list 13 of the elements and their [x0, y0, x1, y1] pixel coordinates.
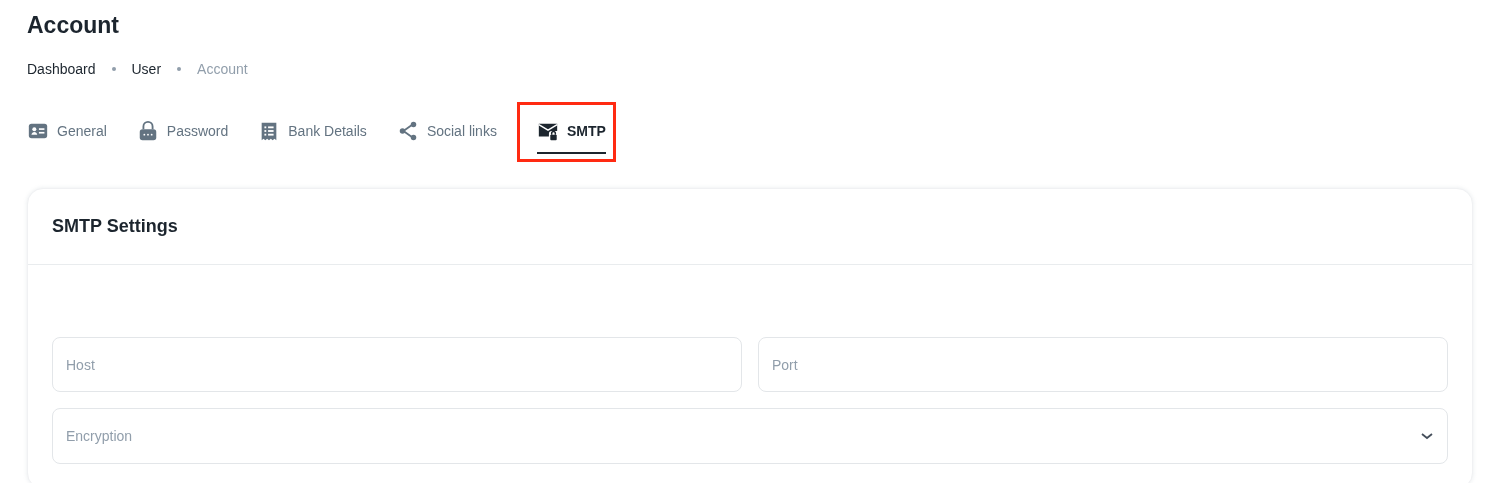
page-title: Account [27, 11, 119, 40]
breadcrumb-item: Account [197, 60, 248, 78]
card-title: SMTP Settings [52, 215, 178, 238]
input-field[interactable]: Port [758, 337, 1448, 392]
breadcrumb-item[interactable]: Dashboard [27, 60, 96, 78]
input-field[interactable]: Host [52, 337, 742, 392]
tab[interactable]: Password [136, 110, 229, 154]
breadcrumb-item[interactable]: User [131, 60, 162, 78]
tab[interactable]: General [27, 110, 107, 154]
tab[interactable]: SMTP [536, 110, 606, 154]
select-field[interactable]: Encryption [52, 408, 1448, 464]
tab[interactable]: Bank Details [258, 110, 367, 154]
tab[interactable]: Social links [396, 110, 497, 154]
